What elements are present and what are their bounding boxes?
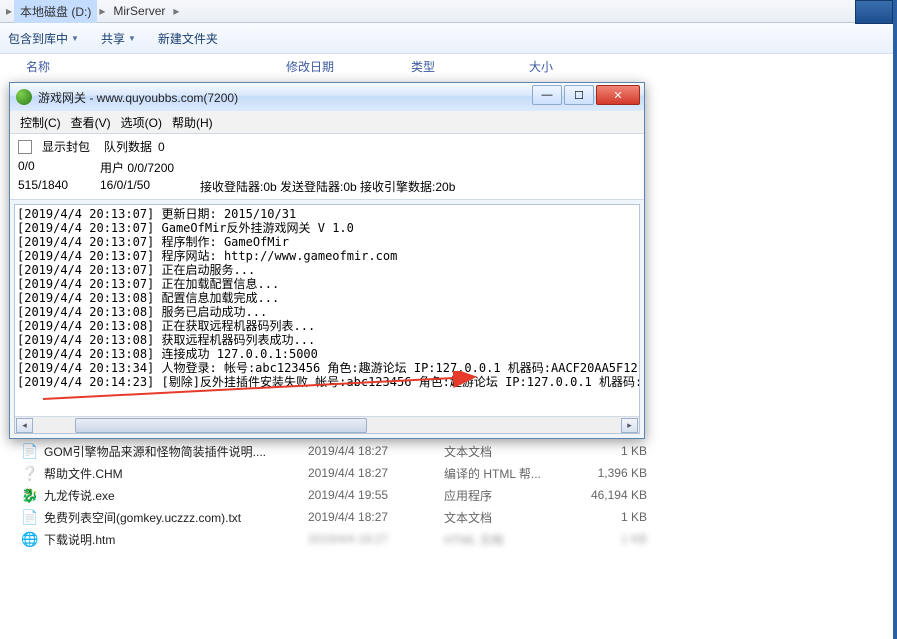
menu-help[interactable]: 帮助(H)	[168, 112, 217, 133]
menu-options[interactable]: 选项(O)	[117, 112, 166, 133]
chm-file-icon: ❔	[22, 465, 38, 481]
log-panel: [2019/4/4 20:13:07] 更新日期: 2015/10/31 [20…	[14, 204, 640, 434]
toolbar-new-folder[interactable]: 新建文件夹	[158, 30, 218, 47]
stat-user: 用户 0/0/7200	[100, 159, 200, 176]
list-item[interactable]: 🌐 下载说明.htm 2019/4/4 18:27 HTML 文档 1 KB	[22, 528, 882, 550]
text-file-icon: 📄	[22, 509, 38, 525]
close-button[interactable]: ✕	[596, 85, 640, 105]
col-header-type[interactable]: 类型	[411, 58, 529, 75]
toolbar-include-in-library[interactable]: 包含到库中 ▼	[8, 30, 79, 47]
menu-control[interactable]: 控制(C)	[16, 112, 65, 133]
dialog-stats-panel: 显示封包 队列数据 0 0/0 用户 0/0/7200 515/1840 16/…	[10, 134, 644, 200]
exe-file-icon: 🐉	[22, 487, 38, 503]
window-border	[893, 0, 897, 639]
toolbar-share[interactable]: 共享 ▼	[101, 30, 136, 47]
list-item[interactable]: 📄 免费列表空间(gomkey.uczzz.com).txt 2019/4/4 …	[22, 506, 882, 528]
horizontal-scrollbar[interactable]: ◂ ▸	[15, 416, 639, 433]
col-header-date[interactable]: 修改日期	[286, 58, 411, 75]
breadcrumb-seg-mirserver[interactable]: MirServer	[107, 1, 171, 21]
text-file-icon: 📄	[22, 443, 38, 459]
breadcrumb-arrow-icon: ▸	[4, 4, 14, 18]
minimize-button[interactable]: —	[532, 85, 562, 105]
stat-b2: 16/0/1/50	[100, 178, 200, 195]
scroll-thumb[interactable]	[75, 418, 367, 433]
column-header-row: 名称 修改日期 类型 大小	[0, 54, 897, 78]
html-file-icon: 🌐	[22, 531, 38, 547]
show-packet-checkbox[interactable]	[18, 140, 32, 154]
breadcrumb-seg-d[interactable]: 本地磁盘 (D:)	[14, 0, 97, 23]
scroll-left-button[interactable]: ◂	[16, 418, 33, 433]
stat-traffic: 接收登陆器:0b 发送登陆器:0b 接收引擎数据:20b	[200, 178, 636, 195]
menu-view[interactable]: 查看(V)	[67, 112, 115, 133]
breadcrumb-arrow-icon: ▸	[171, 4, 181, 18]
app-icon	[16, 89, 32, 105]
show-packet-label: 显示封包	[42, 138, 90, 155]
col-header-size[interactable]: 大小	[529, 58, 609, 75]
queue-value: 0	[158, 140, 165, 154]
list-item[interactable]: 🐉 九龙传说.exe 2019/4/4 19:55 应用程序 46,194 KB	[22, 484, 882, 506]
breadcrumb-arrow-icon: ▸	[97, 4, 107, 18]
scroll-right-button[interactable]: ▸	[621, 418, 638, 433]
dialog-menu-bar: 控制(C) 查看(V) 选项(O) 帮助(H)	[10, 111, 644, 134]
list-item[interactable]: 📄 GOM引擎物品来源和怪物简装插件说明.... 2019/4/4 18:27 …	[22, 440, 882, 462]
maximize-button[interactable]: ☐	[564, 85, 594, 105]
gateway-dialog: 游戏网关 - www.quyoubbs.com(7200) — ☐ ✕ 控制(C…	[9, 82, 645, 439]
col-header-name[interactable]: 名称	[26, 58, 286, 75]
stat-a1: 0/0	[18, 159, 100, 176]
log-text[interactable]: [2019/4/4 20:13:07] 更新日期: 2015/10/31 [20…	[15, 205, 639, 421]
file-list: 📄 GOM引擎物品来源和怪物简装插件说明.... 2019/4/4 18:27 …	[22, 440, 882, 550]
queue-label: 队列数据	[104, 138, 152, 155]
list-item[interactable]: ❔ 帮助文件.CHM 2019/4/4 18:27 编译的 HTML 帮... …	[22, 462, 882, 484]
explorer-toolbar: 包含到库中 ▼ 共享 ▼ 新建文件夹	[0, 23, 897, 54]
dialog-titlebar[interactable]: 游戏网关 - www.quyoubbs.com(7200) — ☐ ✕	[10, 83, 644, 111]
address-bar[interactable]: ▸ 本地磁盘 (D:) ▸ MirServer ▸	[0, 0, 897, 23]
stat-a2: 515/1840	[18, 178, 100, 195]
nav-buttons[interactable]	[855, 0, 893, 24]
dialog-title: 游戏网关 - www.quyoubbs.com(7200)	[38, 89, 238, 106]
